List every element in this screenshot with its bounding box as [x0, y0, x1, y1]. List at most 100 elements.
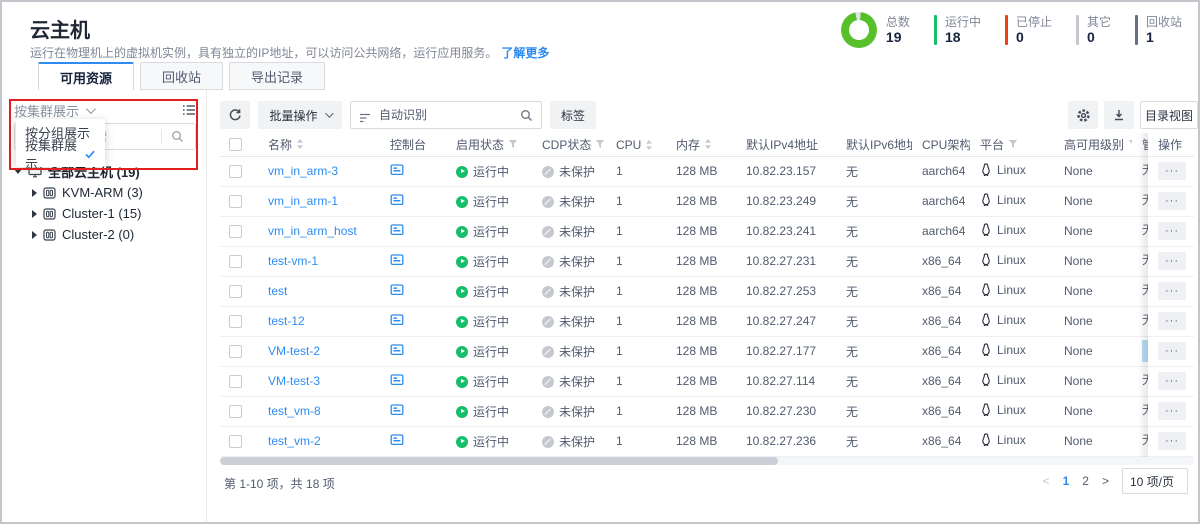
row-actions-button[interactable]: ···: [1158, 312, 1186, 330]
row-actions-button[interactable]: ···: [1158, 162, 1186, 180]
row-checkbox[interactable]: [229, 225, 242, 238]
vm-name-link[interactable]: VM-test-2: [268, 344, 320, 358]
cell-cpu-value: 1: [616, 344, 623, 358]
dropdown-menu-item[interactable]: 按集群展示: [16, 143, 105, 164]
batch-actions-button[interactable]: 批量操作: [258, 101, 342, 129]
row-checkbox[interactable]: [229, 405, 242, 418]
row-actions-button[interactable]: ···: [1158, 372, 1186, 390]
clipped-value: 无: [1142, 431, 1148, 448]
search-icon[interactable]: [171, 130, 184, 148]
console-icon: [390, 223, 404, 237]
caret-right-icon[interactable]: [32, 210, 37, 218]
refresh-button[interactable]: [220, 101, 250, 129]
vm-name-link[interactable]: test-12: [268, 314, 305, 328]
row-checkbox[interactable]: [229, 255, 242, 268]
row-actions-button[interactable]: ···: [1158, 402, 1186, 420]
row-actions-button[interactable]: ···: [1158, 282, 1186, 300]
tab-可用资源[interactable]: 可用资源: [38, 62, 134, 90]
cell-cdp: 未保护: [532, 336, 606, 366]
horizontal-scrollbar-thumb[interactable]: [220, 457, 778, 465]
cell-clipped: [1132, 336, 1148, 366]
list-view-icon[interactable]: [182, 104, 196, 116]
console-button[interactable]: [390, 253, 404, 267]
caret-down-icon[interactable]: [14, 169, 22, 174]
row-actions-button[interactable]: ···: [1158, 222, 1186, 240]
vm-name-link[interactable]: vm_in_arm-1: [268, 194, 338, 208]
row-checkbox[interactable]: [229, 375, 242, 388]
vm-name-link[interactable]: vm_in_arm-3: [268, 164, 338, 178]
caret-right-icon[interactable]: [32, 189, 37, 197]
next-page-button[interactable]: >: [1102, 474, 1109, 488]
column-header-ha[interactable]: 高可用级别: [1054, 133, 1132, 156]
page-number-2[interactable]: 2: [1082, 474, 1089, 488]
linux-icon: [980, 313, 992, 326]
console-button[interactable]: [390, 223, 404, 237]
stat-label: 其它: [1087, 15, 1111, 29]
select-all-checkbox[interactable]: [229, 138, 242, 151]
column-header-status[interactable]: 启用状态: [446, 133, 532, 156]
column-header-cpu[interactable]: CPU: [606, 133, 666, 156]
vm-name-link[interactable]: test-vm-1: [268, 254, 318, 268]
cell-ha: None: [1054, 276, 1132, 306]
column-label: 内存: [676, 138, 700, 152]
vm-name-link[interactable]: vm_in_arm_host: [268, 224, 357, 238]
console-button[interactable]: [390, 283, 404, 297]
vm-name-link[interactable]: test_vm-8: [268, 404, 321, 418]
prev-page-button[interactable]: <: [1043, 474, 1050, 488]
view-mode-dropdown[interactable]: 按集群展示: [14, 101, 93, 120]
platform-text: Linux: [997, 283, 1026, 297]
row-checkbox[interactable]: [229, 435, 242, 448]
catalog-view-button[interactable]: 目录视图: [1140, 101, 1198, 129]
cell-clipped: 无: [1132, 396, 1148, 426]
table-search-input[interactable]: [350, 101, 542, 129]
search-icon[interactable]: [520, 109, 533, 127]
learn-more-link[interactable]: 了解更多: [501, 46, 549, 60]
filter-icon[interactable]: [508, 139, 518, 149]
vm-name-link[interactable]: VM-test-3: [268, 374, 320, 388]
column-header-platform[interactable]: 平台: [970, 133, 1054, 156]
cell-cpu: 1: [606, 426, 666, 456]
console-button[interactable]: [390, 343, 404, 357]
row-actions-button[interactable]: ···: [1158, 432, 1186, 450]
tree-item[interactable]: Cluster-1 (15): [10, 203, 200, 224]
status-text: 运行中: [473, 345, 509, 359]
row-checkbox[interactable]: [229, 195, 242, 208]
row-checkbox[interactable]: [229, 165, 242, 178]
filter-icon[interactable]: [1008, 139, 1018, 149]
page-number-1[interactable]: 1: [1063, 474, 1070, 488]
stat-label: 运行中: [945, 15, 981, 29]
tab-导出记录[interactable]: 导出记录: [229, 62, 325, 90]
console-button[interactable]: [390, 313, 404, 327]
row-actions-button[interactable]: ···: [1158, 342, 1186, 360]
tag-button[interactable]: 标签: [550, 101, 596, 129]
stats-strip: 总数 19 运行中18已停止0其它0回收站1: [841, 12, 1182, 48]
column-header-checkbox[interactable]: [220, 133, 258, 156]
column-header-cdp[interactable]: CDP状态: [532, 133, 606, 156]
stat-texts: 运行中18: [945, 15, 981, 46]
tab-回收站[interactable]: 回收站: [140, 62, 223, 90]
column-header-arch[interactable]: CPU架构: [912, 133, 970, 156]
column-header-actions: 操作: [1148, 133, 1194, 156]
tree-item[interactable]: Cluster-2 (0): [10, 224, 200, 245]
vm-name-link[interactable]: test: [268, 284, 287, 298]
tree-item[interactable]: KVM-ARM (3): [10, 182, 200, 203]
row-actions-button[interactable]: ···: [1158, 252, 1186, 270]
filter-icon[interactable]: [1128, 139, 1132, 149]
column-header-mem[interactable]: 内存: [666, 133, 736, 156]
console-button[interactable]: [390, 193, 404, 207]
settings-button[interactable]: [1068, 101, 1098, 129]
page-size-select[interactable]: 10 项/页: [1122, 468, 1188, 494]
filter-icon[interactable]: [595, 139, 605, 149]
column-header-name[interactable]: 名称: [258, 133, 380, 156]
row-checkbox[interactable]: [229, 315, 242, 328]
row-checkbox[interactable]: [229, 345, 242, 358]
console-button[interactable]: [390, 433, 404, 447]
vm-name-link[interactable]: test_vm-2: [268, 434, 321, 448]
caret-right-icon[interactable]: [32, 231, 37, 239]
export-button[interactable]: [1104, 101, 1134, 129]
console-button[interactable]: [390, 163, 404, 177]
row-checkbox[interactable]: [229, 285, 242, 298]
console-button[interactable]: [390, 373, 404, 387]
row-actions-button[interactable]: ···: [1158, 192, 1186, 210]
console-button[interactable]: [390, 403, 404, 417]
